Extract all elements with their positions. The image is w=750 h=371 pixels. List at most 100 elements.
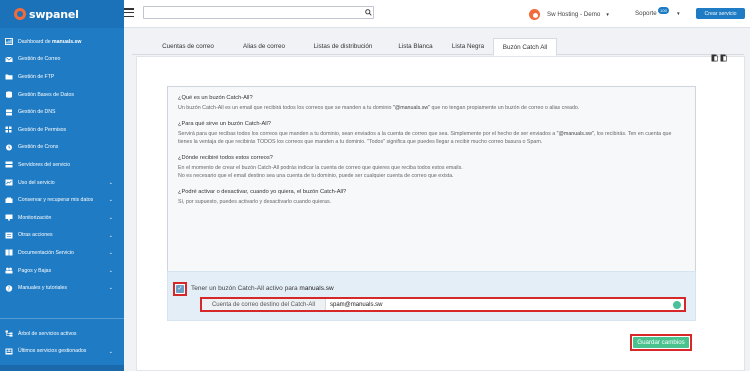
sidebar-item-6[interactable]: Gestión de Crons	[0, 139, 124, 157]
sidebar-nav: Dashboard de manuals.sw Gestión de Correo…	[0, 28, 124, 297]
chevron-down-icon: ⌄	[108, 285, 113, 292]
logo[interactable]: swpanel	[0, 0, 124, 28]
chart-icon	[5, 179, 13, 186]
checkbox-label-text: Tener un buzón Catch-All activo para	[191, 285, 300, 292]
sidebar-item-label: Dashboard de manuals.sw	[18, 38, 82, 45]
clock-icon	[5, 144, 13, 151]
sidebar-item-label: Conservar y recuperar mis datos	[18, 197, 94, 204]
destination-email-label: Cuenta de correo destino del Catch-All	[202, 299, 326, 310]
sidebar-item-label: Últimos servicios gestionados	[18, 348, 87, 355]
topbar: Sw Hosting - Demo ▼ Soporte 100 ▼ Crear s…	[124, 0, 750, 28]
actions-icon	[5, 232, 13, 239]
folder-icon	[5, 73, 13, 80]
swpanel-logo-icon	[14, 8, 26, 20]
sidebar-item-7[interactable]: Servidores del servicio	[0, 156, 124, 174]
checkmark-icon: ✓	[176, 285, 184, 293]
tab-3[interactable]: Lista Blanca	[389, 38, 442, 55]
new-service-button[interactable]: Crear servicio	[696, 8, 745, 19]
backup-icon	[5, 197, 13, 204]
sidebar: swpanel Dashboard de manuals.sw Gestión d…	[0, 0, 124, 371]
user-menu[interactable]: Sw Hosting - Demo ▼	[529, 7, 610, 21]
faq-question: ¿Para qué sirve un buzón Catch-All?	[178, 120, 271, 127]
faq-question: ¿Dónde recibiré todos estos correos?	[178, 154, 273, 161]
sidebar-item-4[interactable]: Gestión de DNS	[0, 103, 124, 121]
chevron-down-icon: ⌄	[108, 232, 113, 239]
sidebar-item-14[interactable]: ? Manuales y tutoriales ⌄	[0, 279, 124, 297]
save-changes-button[interactable]: Guardar cambios	[633, 337, 689, 348]
book-icon	[5, 249, 13, 256]
hamburger-menu-icon[interactable]	[124, 8, 134, 18]
destination-email-value: spam@manuals.sw	[330, 301, 383, 308]
catch-all-checkbox[interactable]: ✓	[173, 282, 187, 296]
sidebar-item-label: Gestión de FTP	[18, 73, 55, 80]
faq-question: ¿Qué es un buzón Catch-All?	[178, 95, 253, 101]
sidebar-item-label: Pagos y Bajas	[18, 267, 52, 274]
chevron-down-icon: ⌄	[108, 348, 113, 355]
sidebar-item-8[interactable]: Uso del servicio ⌄	[0, 174, 124, 192]
sidebar-item-label: Gestión Bases de Datos	[18, 91, 74, 98]
chevron-down-icon: ⌄	[108, 250, 113, 257]
chevron-down-icon: ⌄	[108, 267, 113, 274]
caret-down-icon: ▼	[605, 11, 610, 17]
catch-all-checkbox-label: Tener un buzón Catch-All activo para man…	[191, 285, 334, 292]
export-excel-icon[interactable]	[711, 54, 718, 62]
help-icon: ?	[5, 284, 13, 292]
chevron-down-icon: ⌄	[108, 214, 113, 221]
sidebar-item-label: Gestión de Correo	[18, 56, 61, 63]
sidebar-item-label: Otras acciones	[18, 232, 53, 239]
tab-1[interactable]: Alias de correo	[232, 38, 296, 55]
catch-all-info-box: ¿Qué es un buzón Catch-All? Un buzón Catc…	[167, 86, 696, 282]
support-label: Soporte	[635, 10, 657, 17]
sidebar-footer	[0, 365, 124, 371]
support-badge: 100	[657, 7, 670, 14]
sidebar-bottom-item-0[interactable]: Árbol de servicios activos	[0, 325, 124, 343]
catch-all-settings: ✓ Tener un buzón Catch-All activo para m…	[167, 271, 696, 321]
sidebar-item-2[interactable]: Gestión de FTP	[0, 68, 124, 86]
checkbox-label-domain: manuals.sw	[299, 285, 334, 292]
export-file-icon[interactable]	[720, 54, 727, 62]
user-avatar-icon	[529, 8, 540, 20]
sidebar-item-label: Gestión de DNS	[18, 109, 56, 116]
faq-answer: En el momento de crear el buzón Catch-Al…	[178, 164, 463, 180]
permissions-icon	[5, 126, 13, 133]
chevron-down-icon: ⌄	[108, 179, 113, 186]
sidebar-item-12[interactable]: Documentación Servicio ⌄	[0, 244, 124, 262]
sidebar-item-10[interactable]: Monitorización ⌄	[0, 209, 124, 227]
sidebar-item-13[interactable]: Pagos y Bajas ⌄	[0, 262, 124, 280]
valid-status-icon	[673, 301, 681, 309]
sidebar-divider	[0, 318, 124, 319]
sidebar-bottom-item-1[interactable]: Últimos servicios gestionados ⌄	[0, 343, 124, 361]
monitor-icon	[5, 214, 13, 221]
sidebar-item-label: Gestión de Crons	[18, 144, 59, 151]
save-button-highlight: Guardar cambios	[630, 334, 692, 351]
support-menu[interactable]: Soporte 100 ▼	[635, 7, 681, 17]
server-icon	[5, 161, 13, 168]
brand-name: swpanel	[29, 7, 79, 21]
sidebar-item-label: Gestión de Permisos	[18, 126, 67, 133]
sidebar-item-11[interactable]: Otras acciones ⌄	[0, 227, 124, 245]
faq-question: ¿Podré activar o desactivar, cuando yo q…	[178, 188, 347, 195]
sidebar-item-0[interactable]: Dashboard de manuals.sw	[0, 33, 124, 51]
search-input[interactable]	[143, 6, 374, 19]
destination-email-field: Cuenta de correo destino del Catch-All s…	[200, 297, 686, 312]
sidebar-item-label: Manuales y tutoriales	[18, 285, 68, 292]
sidebar-item-3[interactable]: Gestión Bases de Datos	[0, 86, 124, 104]
sidebar-item-9[interactable]: Conservar y recuperar mis datos ⌄	[0, 191, 124, 209]
sidebar-item-label: Servidores del servicio	[18, 161, 71, 168]
tab-5[interactable]: Buzón Catch All	[493, 38, 557, 56]
sidebar-item-1[interactable]: Gestión de Correo	[0, 51, 124, 69]
toolbar-icons	[711, 54, 727, 62]
destination-email-input[interactable]: spam@manuals.sw	[326, 299, 684, 310]
sidebar-item-label: Árbol de servicios activos	[18, 330, 77, 337]
tree-icon	[5, 330, 13, 337]
mail-icon	[5, 56, 13, 63]
search-icon[interactable]	[363, 6, 374, 19]
dashboard-icon	[5, 38, 13, 46]
tab-0[interactable]: Cuentas de correo	[146, 38, 230, 55]
tab-2[interactable]: Listas de distribución	[298, 38, 388, 55]
tab-4[interactable]: Lista Negra	[444, 38, 492, 55]
payments-icon	[5, 267, 13, 274]
faq-answer: Un buzón Catch-All es un email que recib…	[178, 105, 580, 111]
sidebar-item-label: Uso del servicio	[18, 179, 55, 186]
sidebar-item-5[interactable]: Gestión de Permisos	[0, 121, 124, 139]
